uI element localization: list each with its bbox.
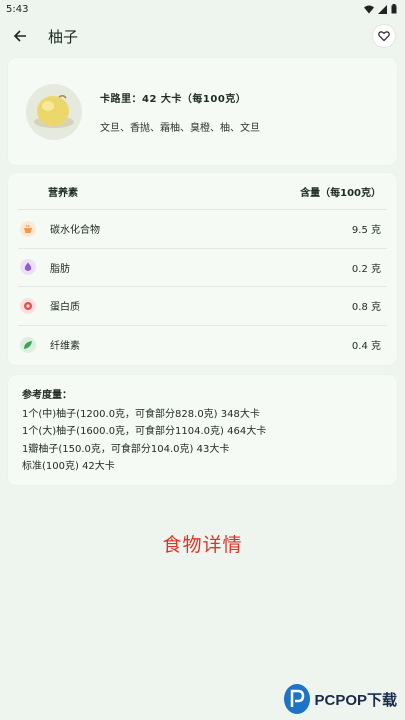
reference-line: 1个(大)柚子(1600.0克，可食部分1104.0克) 464大卡 [22,426,267,437]
nutrient-value: 9.5 克 [351,225,381,237]
nutrient-row-protein: 蛋白质 0.8 克 [18,287,387,326]
nutrient-value: 0.8 克 [351,302,381,314]
reference-title: 参考度量： [22,390,72,401]
status-bar: 5:43 [0,0,405,18]
nutrient-value: 0.4 克 [351,341,381,353]
reference-card: 参考度量： 1个(中)柚子(1200.0克，可食部分828.0克) 348大卡 … [8,375,397,485]
watermark: PCPOP下载 [284,684,397,714]
nutrition-header: 营养素 含量（每100克） [18,173,387,210]
favorite-button[interactable] [373,25,395,47]
fat-icon [20,259,36,276]
amount-column-header: 含量（每100克） [300,187,381,199]
nutrient-row-carbohydrate: 碳水化合物 9.5 克 [18,210,387,249]
nutrient-column-header: 营养素 [48,187,78,199]
status-time: 5:43 [6,3,29,15]
nutrition-card: 营养素 含量（每100克） 碳水化合物 9.5 克 脂肪 0.2 克 蛋白质 0… [8,173,397,365]
food-image [26,83,82,140]
reference-line: 1个(中)柚子(1200.0克，可食部分828.0克) 348大卡 [22,408,260,420]
signal-icon [378,4,387,14]
nutrient-row-fat: 脂肪 0.2 克 [18,249,387,287]
battery-icon [391,4,397,14]
pomelo-icon [34,94,74,128]
nutrient-name: 脂肪 [50,263,70,275]
fiber-icon [20,336,36,353]
food-summary-card: 卡路里：42 大卡（每100克） 文旦、香抛、霜柚、臭橙、柚、文旦 [8,58,397,165]
status-icons [364,4,397,14]
reference-line: 1瓣柚子(150.0克，可食部分104.0克) 43大卡 [22,443,230,455]
watermark-logo-icon [284,684,311,714]
wifi-icon [364,5,374,13]
food-aliases: 文旦、香抛、霜柚、臭橙、柚、文旦 [100,122,260,134]
food-detail-label: 食物详情 [162,534,243,556]
nutrient-name: 碳水化合物 [50,225,100,237]
heart-icon [378,31,390,42]
carbohydrate-icon [20,220,36,237]
reference-line: 标准(100克) 42大卡 [22,461,115,472]
nutrient-value: 0.2 克 [351,263,381,275]
arrow-left-icon [13,30,26,42]
page-title: 柚子 [48,27,79,46]
nutrient-name: 纤维素 [50,341,80,353]
calorie-text: 卡路里：42 大卡（每100克） [100,93,247,105]
app-bar: 柚子 [0,18,405,54]
nutrient-row-fiber: 纤维素 0.4 克 [18,326,387,365]
watermark-brand: PCPOP下载 [314,691,397,709]
nutrient-name: 蛋白质 [50,302,80,314]
protein-icon [20,297,36,314]
back-button[interactable] [10,26,30,46]
